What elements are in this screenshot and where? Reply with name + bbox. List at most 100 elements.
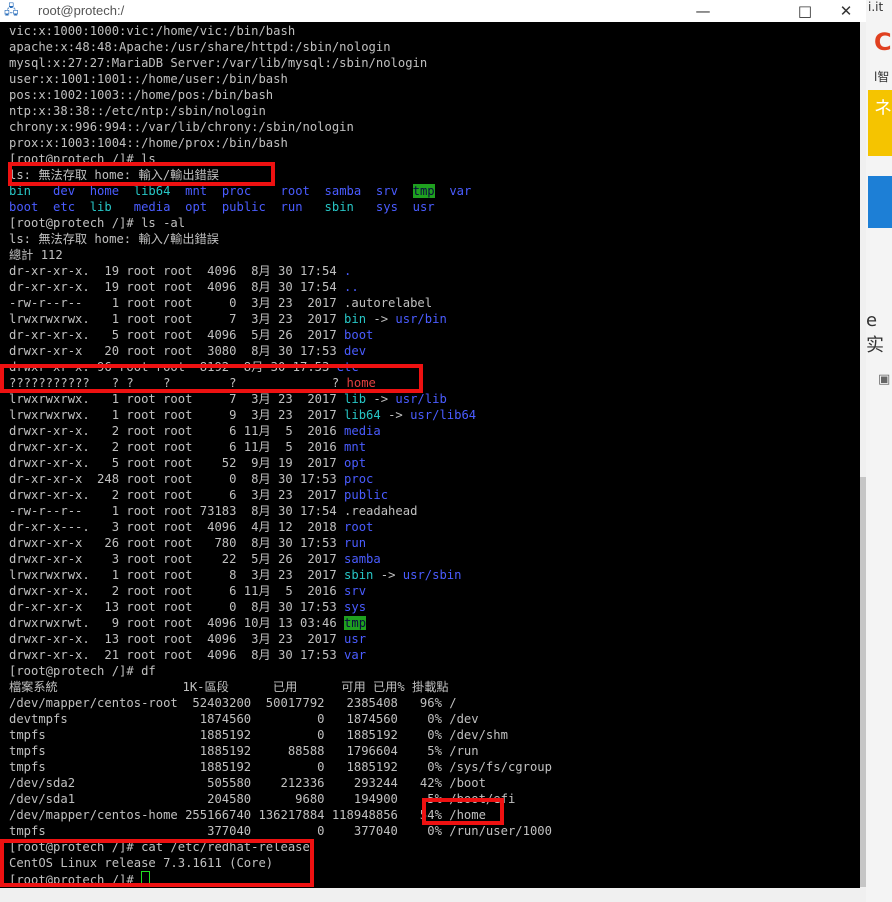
terminal-text: drwxr-xr-x. 2 root root 6 11月 5 2016 [9, 440, 345, 454]
terminal-text: mnt [344, 440, 367, 454]
terminal-line: 總計 112 [9, 247, 552, 263]
terminal-text: lrwxrwxrwx. 1 root root 9 3月 23 2017 [9, 408, 345, 422]
terminal-line: lrwxrwxrwx. 1 root root 7 3月 23 2017 lib… [9, 391, 552, 407]
terminal-line: apache:x:48:48:Apache:/usr/share/httpd:/… [9, 39, 552, 55]
terminal-text: srv [375, 184, 413, 198]
terminal-text: drwxr-xr-x. 21 root root 4096 8月 30 17:5… [9, 648, 345, 662]
terminal-line: ls: 無法存取 home: 輸入/輸出錯誤 [9, 231, 552, 247]
terminal-text: drwxr-xr-x 26 root root 780 8月 30 17:53 [9, 536, 345, 550]
terminal-line: CentOS Linux release 7.3.1611 (Core) [9, 855, 552, 871]
terminal-text: -> [366, 312, 396, 326]
terminal-text: tmpfs 1885192 88588 1796604 5% /run [9, 744, 479, 758]
terminal-text: drwxr-xr-x. 2 root root 6 11月 5 2016 [9, 584, 345, 598]
terminal-line: /dev/sda2 505580 212336 293244 42% /boot [9, 775, 552, 791]
terminal-text: dev [344, 344, 367, 358]
terminal-text: etc [336, 360, 359, 374]
terminal-line: lrwxrwxrwx. 1 root root 9 3月 23 2017 lib… [9, 407, 552, 423]
terminal-text: dr-xr-xr-x 13 root root 0 8月 30 17:53 [9, 600, 345, 614]
title-bar[interactable]: 🖧 root@protech:/ — □ ✕ [0, 0, 866, 23]
terminal-text: var [344, 648, 367, 662]
maximize-button[interactable]: □ [782, 0, 828, 22]
terminal-text: samba [344, 552, 381, 566]
terminal-text: lrwxrwxrwx. 1 root root 8 3月 23 2017 [9, 568, 345, 582]
terminal-text: devtmpfs 1874560 0 1874560 0% /dev [9, 712, 479, 726]
terminal-line: dr-xr-xr-x. 5 root root 4096 5月 26 2017 … [9, 327, 552, 343]
terminal-line: chrony:x:996:994::/var/lib/chrony:/sbin/… [9, 119, 552, 135]
terminal-text: ls: 無法存取 home: 輸入/輸出錯誤 [9, 232, 219, 246]
terminal-text: sys [344, 600, 367, 614]
close-button[interactable]: ✕ [826, 0, 866, 22]
terminal-text: proc [221, 184, 281, 198]
terminal-line: drwxr-xr-x 20 root root 3080 8月 30 17:53… [9, 343, 552, 359]
terminal-text: bin [9, 184, 54, 198]
terminal-text: /dev/sda2 505580 212336 293244 42% /boot [9, 776, 486, 790]
terminal-text: [root@protech /]# ls [9, 152, 156, 166]
terminal-text: home [89, 184, 134, 198]
terminal-text: prox:x:1003:1004::/home/prox:/bin/bash [9, 136, 288, 150]
terminal-text: drwxr-xr-x. 96 root root 8192 8月 30 17:5… [9, 360, 337, 374]
terminal-line: /dev/mapper/centos-home 255166740 136217… [9, 807, 552, 823]
terminal-text: ntp:x:38:38::/etc/ntp:/sbin/nologin [9, 104, 266, 118]
background-banner [868, 176, 892, 228]
terminal-text: home [346, 376, 376, 390]
terminal-text: tmpfs 1885192 0 1885192 0% /dev/shm [9, 728, 508, 742]
terminal-text: dr-xr-xr-x. 5 root root 4096 5月 26 2017 [9, 328, 345, 342]
terminal-line: drwxr-xr-x. 96 root root 8192 8月 30 17:5… [9, 359, 552, 375]
terminal-line: drwxr-xr-x 3 root root 22 5月 26 2017 sam… [9, 551, 552, 567]
terminal-line: 檔案系統 1K-區段 已用 可用 已用% 掛載點 [9, 679, 552, 695]
terminal-text: lib [89, 200, 134, 214]
terminal-line: pos:x:1002:1003::/home/pos:/bin/bash [9, 87, 552, 103]
terminal-line: tmpfs 1885192 0 1885192 0% /dev/shm [9, 727, 552, 743]
terminal-text: mysql:x:27:27:MariaDB Server:/var/lib/my… [9, 56, 428, 70]
terminal-line: -rw-r--r-- 1 root root 0 3月 23 2017 .aut… [9, 295, 552, 311]
putty-icon[interactable]: 🖧 [4, 3, 20, 19]
terminal-line: /dev/mapper/centos-root 52403200 5001779… [9, 695, 552, 711]
terminal-text: srv [344, 584, 367, 598]
terminal-line: prox:x:1003:1004::/home/prox:/bin/bash [9, 135, 552, 151]
terminal-text: user:x:1001:1001::/home/user:/bin/bash [9, 72, 288, 86]
window-title: root@protech:/ [38, 3, 125, 18]
background-desktop-icon [0, 86, 8, 102]
terminal-text: run [280, 200, 325, 214]
terminal-line: drwxr-xr-x. 13 root root 4096 3月 23 2017… [9, 631, 552, 647]
terminal-text: tmpfs 377040 0 377040 0% /run/user/1000 [9, 824, 552, 838]
terminal-text: [root@protech /]# cat /etc/redhat-releas… [9, 840, 310, 854]
background-text: i.it [868, 0, 884, 14]
background-banner: ネ [868, 90, 892, 156]
terminal-output[interactable]: vic:x:1000:1000:vic:/home/vic:/bin/bash a… [0, 22, 860, 888]
terminal-text: 總計 112 [9, 248, 63, 262]
terminal-cursor [141, 871, 151, 886]
terminal-line: drwxr-xr-x. 21 root root 4096 8月 30 17:5… [9, 647, 552, 663]
image-icon: ▣ [878, 372, 891, 387]
terminal-text: run [344, 536, 367, 550]
background-text: ネ [874, 98, 892, 119]
terminal-line: [root@protech /]# [9, 871, 552, 887]
terminal-text: 檔案系統 1K-區段 已用 可用 已用% 掛載點 [9, 680, 449, 694]
terminal-text: usr/sbin [402, 568, 462, 582]
terminal-line: [root@protech /]# cat /etc/redhat-releas… [9, 839, 552, 855]
minimize-button[interactable]: — [680, 0, 726, 22]
terminal-text: pos:x:1002:1003::/home/pos:/bin/bash [9, 88, 274, 102]
terminal-text: lrwxrwxrwx. 1 root root 7 3月 23 2017 [9, 312, 345, 326]
terminal-line: drwxr-xr-x. 2 root root 6 11月 5 2016 mnt [9, 439, 552, 455]
terminal-text: proc [344, 472, 374, 486]
terminal-text: [root@protech /]# ls -al [9, 216, 186, 230]
terminal-window: 🖧 root@protech:/ — □ ✕ vic:x:1000:1000:v… [0, 0, 866, 902]
terminal-text: media [133, 200, 186, 214]
terminal-line: drwxr-xr-x. 2 root root 6 11月 5 2016 srv [9, 583, 552, 599]
terminal-line: drwxr-xr-x. 5 root root 52 9月 19 2017 op… [9, 455, 552, 471]
background-window: i.it C l智 ネ e 实 ▣ [866, 0, 892, 902]
terminal-text: boot [344, 328, 374, 342]
terminal-line: ntp:x:38:38::/etc/ntp:/sbin/nologin [9, 103, 552, 119]
terminal-line: tmpfs 1885192 0 1885192 0% /sys/fs/cgrou… [9, 759, 552, 775]
terminal-line: drwxr-xr-x 26 root root 780 8月 30 17:53 … [9, 535, 552, 551]
terminal-text: drwxr-xr-x 20 root root 3080 8月 30 17:53 [9, 344, 345, 358]
terminal-text: .. [344, 280, 359, 294]
terminal-text: root [344, 520, 374, 534]
terminal-text: sys [375, 200, 413, 214]
terminal-text: drwxr-xr-x 3 root root 22 5月 26 2017 [9, 552, 345, 566]
terminal-text: lib [344, 392, 367, 406]
terminal-text: chrony:x:996:994::/var/lib/chrony:/sbin/… [9, 120, 354, 134]
terminal-text: -> [366, 392, 396, 406]
terminal-line: dr-xr-x---. 3 root root 4096 4月 12 2018 … [9, 519, 552, 535]
